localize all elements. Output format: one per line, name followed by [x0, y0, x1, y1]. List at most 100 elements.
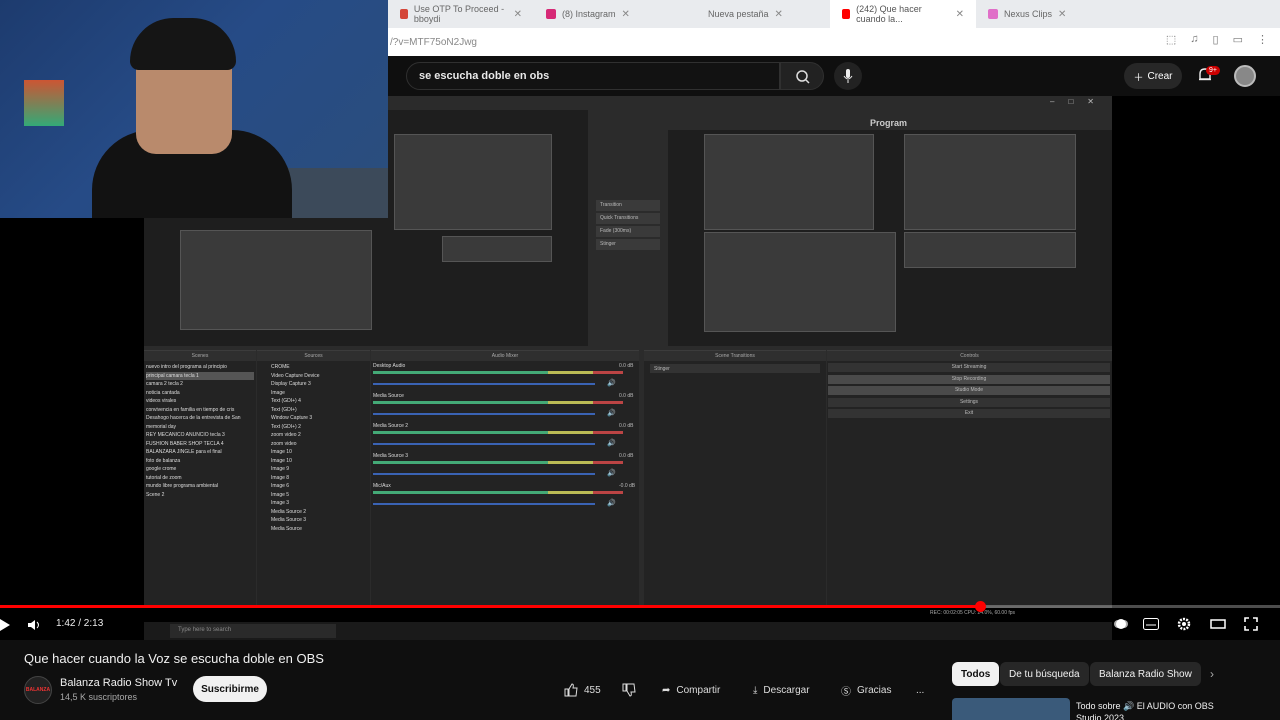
speaker-icon[interactable]: 🔊: [607, 439, 616, 447]
tab-close-icon[interactable]: ✕: [1058, 9, 1066, 20]
list-item[interactable]: REY MECANICO ANUNCIO tecla 3: [146, 431, 254, 440]
time-display: 1:42 / 2:13: [56, 618, 104, 629]
list-item[interactable]: Window Capture 3: [271, 414, 368, 423]
tab-close-icon[interactable]: ✕: [956, 9, 964, 20]
list-item[interactable]: memorial day: [146, 423, 254, 432]
list-item[interactable]: videos virales: [146, 397, 254, 406]
search-input[interactable]: se escucha doble en obs: [406, 62, 780, 90]
music-icon[interactable]: ♫: [1190, 33, 1198, 46]
volume-slider[interactable]: [373, 503, 595, 505]
channel-name[interactable]: Balanza Radio Show Tv: [60, 677, 177, 689]
audio-mixer-dock: Audio Mixer Desktop Audio 0.0 dB 🔊 Media So…: [371, 350, 639, 606]
chevron-right-icon[interactable]: ›: [1210, 667, 1214, 681]
speaker-icon[interactable]: 🔊: [607, 499, 616, 507]
browser-tab-4[interactable]: Nexus Clips ✕: [976, 0, 1126, 28]
subtitles-icon[interactable]: [1143, 618, 1159, 630]
player-controls: 1:42 / 2:13: [0, 610, 1280, 640]
related-video-thumbnail[interactable]: [952, 698, 1070, 720]
chip-from-search[interactable]: De tu búsqueda: [1000, 662, 1089, 686]
tab-close-icon[interactable]: ✕: [514, 9, 522, 20]
chip-all[interactable]: Todos: [952, 662, 1000, 686]
settings-gear-icon[interactable]: [1176, 616, 1192, 632]
tab-favicon-icon: [692, 9, 702, 19]
list-item[interactable]: Image 10: [271, 448, 368, 457]
video-title: Que hacer cuando la Voz se escucha doble…: [24, 651, 324, 666]
subscribe-button[interactable]: Suscribirme: [193, 676, 267, 702]
channel-avatar[interactable]: BALANZA: [24, 676, 52, 704]
list-item[interactable]: Media Source: [271, 525, 368, 534]
related-video-title[interactable]: Todo sobre 🔊 El AUDIO con OBS Studio 202…: [1076, 700, 1236, 720]
list-item[interactable]: camara 2 tecla 2: [146, 380, 254, 389]
list-item[interactable]: google crome: [146, 465, 254, 474]
thanks-button[interactable]: Ⓢ Gracias: [841, 679, 891, 701]
thumbs-down-icon[interactable]: [622, 683, 636, 697]
address-text: /?v=MTF75oN2Jwg: [390, 36, 477, 48]
list-item[interactable]: Image 9: [271, 465, 368, 474]
fade-option: Fade (300ms): [596, 226, 660, 237]
list-item[interactable]: convivencia en familia en tiempo de cris: [146, 406, 254, 415]
address-bar[interactable]: /?v=MTF75oN2Jwg: [388, 28, 1280, 56]
speaker-icon[interactable]: 🔊: [607, 409, 616, 417]
list-item[interactable]: foto de balanza: [146, 457, 254, 466]
list-item[interactable]: Display Capture 3: [271, 380, 368, 389]
share-button[interactable]: ➦ Compartir: [662, 679, 720, 701]
tab-close-icon[interactable]: ✕: [775, 9, 783, 20]
browser-tab-0[interactable]: Use OTP To Proceed - bboydi ✕: [388, 0, 534, 28]
play-icon[interactable]: [0, 618, 12, 632]
browser-tab-1[interactable]: (8) Instagram ✕: [534, 0, 680, 28]
list-item[interactable]: nuevo intro del programa al principio: [146, 363, 254, 372]
more-actions-button[interactable]: ...: [916, 679, 924, 701]
extensions-icon[interactable]: ⬚: [1166, 33, 1176, 46]
menu-icon[interactable]: ⋮: [1257, 33, 1268, 46]
volume-slider[interactable]: [373, 473, 595, 475]
progress-bar[interactable]: [0, 601, 1280, 612]
voice-search-button[interactable]: [834, 62, 862, 90]
list-item[interactable]: mundo libre programa ambiental: [146, 482, 254, 491]
theater-mode-icon[interactable]: [1210, 619, 1226, 629]
list-item[interactable]: Media Source 3: [271, 516, 368, 525]
search-button[interactable]: [780, 62, 824, 90]
download-button[interactable]: ⤓ Descargar: [753, 679, 810, 701]
list-item[interactable]: zoom video 2: [271, 431, 368, 440]
volume-meter: [373, 401, 623, 404]
list-item[interactable]: Image 3: [271, 499, 368, 508]
list-item[interactable]: FUSHION BABER SHOP TECLA 4: [146, 440, 254, 449]
speaker-icon[interactable]: 🔊: [607, 379, 616, 387]
browser-tab-3[interactable]: (242) Que hacer cuando la... ✕: [830, 0, 976, 28]
list-item[interactable]: tutorial de zoom: [146, 474, 254, 483]
list-item[interactable]: Video Capture Device: [271, 372, 368, 381]
speaker-icon[interactable]: 🔊: [607, 469, 616, 477]
list-item[interactable]: Desahogo hacerca de la entrevista de San: [146, 414, 254, 423]
list-item[interactable]: Media Source 2: [271, 508, 368, 517]
list-item[interactable]: CROME: [271, 363, 368, 372]
autoplay-toggle-icon[interactable]: [1114, 617, 1128, 631]
account-avatar[interactable]: [1234, 65, 1256, 87]
list-item[interactable]: Scene 2: [146, 491, 254, 500]
create-button[interactable]: ＋ Crear: [1124, 63, 1182, 89]
volume-icon[interactable]: [26, 618, 42, 632]
list-item[interactable]: Text (GDI+): [271, 406, 368, 415]
list-item[interactable]: Text (GDI+) 2: [271, 423, 368, 432]
list-item[interactable]: Image 8: [271, 474, 368, 483]
volume-slider[interactable]: [373, 383, 595, 385]
like-button[interactable]: 455: [564, 679, 601, 701]
list-item[interactable]: Text (GDI+) 4: [271, 397, 368, 406]
browser-tab-2[interactable]: Nueva pestaña ✕: [680, 0, 830, 28]
list-item[interactable]: zoom video: [271, 440, 368, 449]
list-item[interactable]: Image 10: [271, 457, 368, 466]
tab-close-icon[interactable]: ✕: [622, 9, 630, 20]
volume-slider[interactable]: [373, 443, 595, 445]
list-item[interactable]: BALANZARA JINGLE para el final: [146, 448, 254, 457]
download-icon: ⤓: [753, 684, 758, 696]
volume-slider[interactable]: [373, 413, 595, 415]
wallet-icon[interactable]: ▭: [1233, 33, 1243, 46]
sidebar-icon[interactable]: ▯: [1213, 33, 1219, 46]
list-item[interactable]: principal camara tecla 1: [146, 371, 254, 380]
channel-avatar-text: BALANZA: [25, 687, 51, 693]
chip-channel[interactable]: Balanza Radio Show: [1090, 662, 1201, 686]
list-item[interactable]: Image 6: [271, 482, 368, 491]
fullscreen-icon[interactable]: [1244, 617, 1258, 631]
list-item[interactable]: Image: [271, 389, 368, 398]
list-item[interactable]: Image 5: [271, 491, 368, 500]
list-item[interactable]: noticia cantada: [146, 389, 254, 398]
